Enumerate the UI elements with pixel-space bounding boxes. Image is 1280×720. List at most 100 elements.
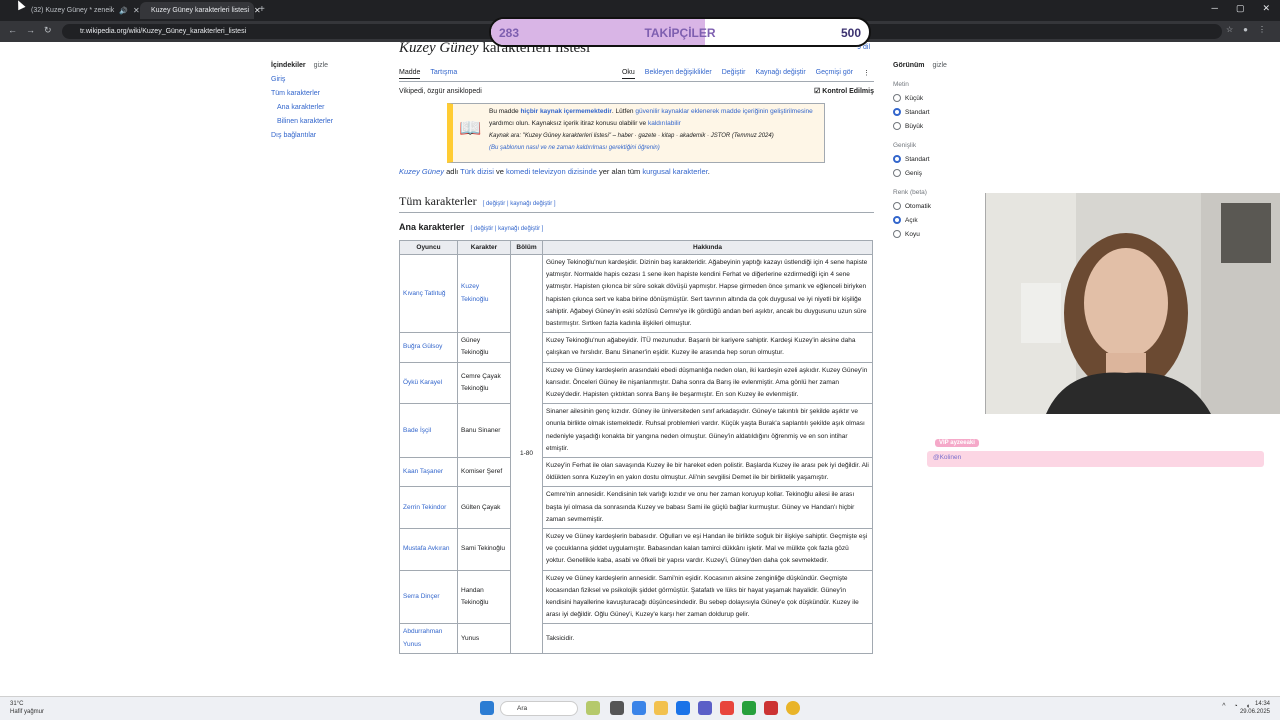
more-icon[interactable]: ⋮ (863, 69, 870, 79)
maximize-icon[interactable]: ▢ (1236, 3, 1245, 14)
tab-edit[interactable]: Değiştir (722, 69, 746, 79)
option-width-standard[interactable]: Standart (893, 155, 973, 163)
actor-link[interactable]: Kaan Taşaner (399, 457, 458, 488)
toc-item-intro[interactable]: Giriş (271, 76, 333, 83)
title-italic: Kuzey Güney (399, 42, 479, 56)
intro-link-series[interactable]: Kuzey Güney (399, 167, 444, 176)
tab-history[interactable]: Geçmişi gör (816, 69, 853, 79)
toc-item-main-characters[interactable]: Ana karakterler (271, 104, 333, 111)
actor-link[interactable]: Bade İşçil (399, 403, 458, 459)
edge-icon[interactable] (632, 701, 646, 715)
tab-youtube[interactable]: (32) Kuzey Güney * zeneik 🔊 ✕ (20, 2, 140, 19)
toc-item-all-characters[interactable]: Tüm karakterler (271, 90, 333, 97)
option-label: Koyu (905, 230, 920, 238)
option-color-dark[interactable]: Koyu (893, 230, 973, 238)
checked-badge: ☑ Kontrol Edilmiş (814, 88, 874, 95)
table-row: Serra Dinçer Handan Tekinoğlu Kuzey ve Gün… (399, 569, 873, 625)
toc-hide-button[interactable]: gizle (314, 62, 328, 69)
taskbar-search[interactable]: Ara (500, 701, 578, 716)
toc-item-external-links[interactable]: Dış bağlantılar (271, 132, 333, 139)
option-label: Açık (905, 216, 918, 224)
table-row: Buğra Gülsoy Güney Tekinoğlu Kuzey Tekinoğ… (399, 332, 873, 363)
profile-icon[interactable]: ● (1243, 25, 1248, 34)
chevron-up-icon[interactable]: ^ (1222, 703, 1225, 710)
tab-talk[interactable]: Tartışma (430, 69, 457, 79)
radio-icon (893, 202, 901, 210)
actor-link[interactable]: Zerrin Tekindor (399, 486, 458, 530)
table-row: Öykü Karayel Cemre Çayak Tekinoğlu Kuzey v… (399, 361, 873, 405)
actor-link[interactable]: Kıvanç Tatlıtuğ (399, 253, 458, 334)
notice-text: Bu madde (489, 108, 521, 115)
new-tab-button[interactable]: + (259, 4, 265, 15)
toolbar-icons: ☆ ● ⋮ (1226, 25, 1266, 34)
header-about[interactable]: Hakkında (542, 240, 873, 255)
url-text: tr.wikipedia.org/wiki/Kuzey_Güney_karakt… (80, 28, 247, 35)
reload-icon[interactable]: ↻ (44, 25, 52, 36)
character-cell: Komiser Şeref (457, 457, 511, 488)
back-icon[interactable]: ← (8, 25, 17, 35)
minimize-icon[interactable]: ─ (1212, 3, 1218, 14)
actor-link[interactable]: Buğra Gülsoy (399, 332, 458, 363)
tab-pending-changes[interactable]: Bekleyen değişiklikler (645, 69, 712, 79)
toc-item-known-characters[interactable]: Bilinen karakterler (271, 118, 333, 125)
notice-text: yardımcı olun. Kaynaksız içerik itiraz k… (489, 120, 648, 127)
edit-links[interactable]: [ değiştir | kaynağı değiştir ] (471, 226, 544, 232)
notice-link-removed[interactable]: kaldırılabilir (648, 120, 681, 127)
edit-links[interactable]: [ değiştir | kaynağı değiştir ] (483, 201, 556, 207)
menu-icon[interactable]: ⋮ (1258, 25, 1266, 34)
start-icon[interactable] (480, 701, 494, 715)
tab-article[interactable]: Madde (399, 69, 421, 79)
tab-wikipedia[interactable]: Kuzey Güney karakterleri listesi ✕ (140, 2, 261, 19)
notice-learn-link[interactable]: (Bu şablonun nasıl ve ne zaman kaldırılm… (489, 142, 821, 154)
header-character[interactable]: Karakter (457, 240, 511, 255)
app-icon[interactable] (720, 701, 734, 715)
clock[interactable]: 14:34 29.06.2025 (1240, 700, 1270, 716)
follower-goal-bar: 283 TAKİPÇİLER 500 (489, 17, 871, 47)
wifi-icon[interactable]: ◔ (1234, 703, 1238, 710)
task-view-icon[interactable] (610, 701, 624, 715)
actor-link[interactable]: Abdurrahman Yunus (399, 623, 458, 654)
taskbar: 31°C Hafif yağmur Ara ^ ◔ ◖ 14:34 29.06.… (0, 696, 1280, 720)
section-title: Tüm karakterler (399, 194, 477, 208)
notice-link-reliable[interactable]: güvenilir kaynaklar eklenerek madde içer… (635, 108, 812, 115)
appearance-hide-button[interactable]: gizle (933, 62, 947, 69)
chrome-icon[interactable] (786, 701, 800, 715)
option-text-small[interactable]: Küçük (893, 94, 973, 102)
option-color-auto[interactable]: Otomatik (893, 202, 973, 210)
character-cell: Cemre Çayak Tekinoğlu (457, 361, 511, 405)
intro-link-fictional[interactable]: kurgusal karakterler (642, 167, 707, 176)
header-episode[interactable]: Bölüm (510, 240, 543, 255)
close-tab-icon[interactable]: ✕ (133, 6, 140, 15)
notice-link-sources[interactable]: hiçbir kaynak içermemektedir (520, 108, 611, 115)
app-icon[interactable] (698, 701, 712, 715)
forward-icon[interactable]: → (26, 25, 35, 35)
bookmark-icon[interactable]: ☆ (1226, 25, 1233, 34)
tab-read[interactable]: Oku (621, 69, 635, 79)
character-cell[interactable]: Kuzey Tekinoğlu (457, 253, 511, 334)
option-color-light[interactable]: Açık (893, 216, 973, 224)
actor-link[interactable]: Serra Dinçer (399, 569, 458, 625)
table-row: Zerrin Tekindor Gülten Çayak Cemre'nin ann… (399, 486, 873, 530)
weather-widget[interactable]: 31°C Hafif yağmur (10, 700, 44, 716)
store-icon[interactable] (676, 701, 690, 715)
window-controls: ─ ▢ ✕ (1212, 3, 1270, 14)
audio-icon[interactable]: 🔊 (119, 7, 128, 15)
option-text-large[interactable]: Büyük (893, 122, 973, 130)
close-window-icon[interactable]: ✕ (1262, 3, 1270, 14)
option-text-standard[interactable]: Standart (893, 108, 973, 116)
section-main-characters: Ana karakterler [ değiştir | kaynağı deği… (399, 222, 874, 232)
kick-icon[interactable] (742, 701, 756, 715)
header-actor[interactable]: Oyuncu (399, 240, 458, 255)
app-icon[interactable] (764, 701, 778, 715)
widgets-icon[interactable] (586, 701, 600, 715)
intro-link-comedy[interactable]: komedi televizyon dizisinde (506, 167, 597, 176)
option-width-wide[interactable]: Geniş (893, 169, 973, 177)
webcam-overlay (985, 193, 1280, 414)
about-cell: Taksicidir. (542, 623, 873, 654)
tab-edit-source[interactable]: Kaynağı değiştir (755, 69, 805, 79)
intro-link-drama[interactable]: Türk dizisi (460, 167, 494, 176)
actor-link[interactable]: Mustafa Avkıran (399, 528, 458, 571)
actor-link[interactable]: Öykü Karayel (399, 361, 458, 405)
option-label: Küçük (905, 94, 924, 102)
file-explorer-icon[interactable] (654, 701, 668, 715)
